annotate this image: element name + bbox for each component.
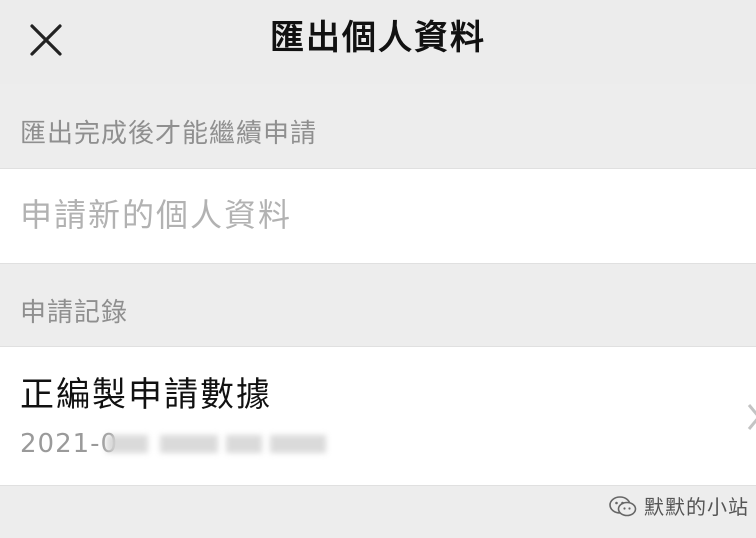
redacted-date-blur: [160, 435, 218, 453]
records-section-label: 申請記錄: [20, 298, 129, 328]
page-title: 匯出個人資料: [270, 18, 486, 58]
notice-section: 匯出完成後才能繼續申請: [0, 84, 756, 168]
notice-text: 匯出完成後才能繼續申請: [20, 119, 318, 149]
new-request-label: 申請新的個人資料: [20, 196, 293, 234]
record-date: 2021-0: [20, 429, 119, 459]
chevron-right-icon: [747, 404, 756, 430]
watermark-text: 默默的小站: [644, 495, 749, 519]
redacted-date-blur: [270, 435, 326, 453]
watermark: 默默的小站: [608, 492, 749, 522]
redacted-date-blur: [226, 435, 262, 453]
new-request-button[interactable]: 申請新的個人資料: [0, 168, 756, 264]
record-title: 正編製申請數據: [20, 375, 272, 415]
nav-header: 匯出個人資料: [0, 0, 756, 84]
records-section-header: 申請記錄: [0, 264, 756, 346]
redacted-date-blur: [106, 435, 148, 453]
record-item[interactable]: 正編製申請數據 2021-0: [0, 346, 756, 486]
wechat-icon: [609, 496, 637, 517]
